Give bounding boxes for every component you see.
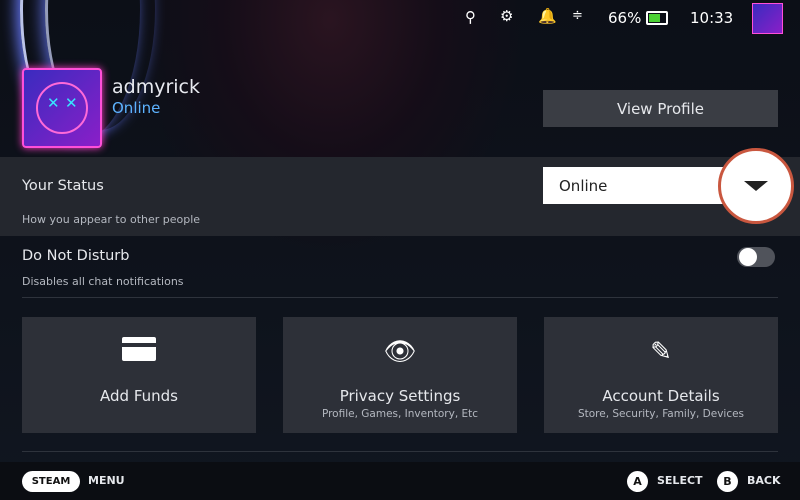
battery-icon bbox=[646, 11, 668, 25]
username: admyrick bbox=[112, 76, 200, 98]
account-details-card[interactable]: ✎ Account Details Store, Security, Famil… bbox=[544, 317, 778, 433]
your-status-title: Your Status bbox=[22, 178, 104, 194]
pencil-icon: ✎ bbox=[650, 337, 672, 367]
clock: 10:33 bbox=[690, 9, 734, 27]
dnd-toggle[interactable] bbox=[737, 247, 775, 267]
menu-label: MENU bbox=[88, 474, 125, 487]
divider bbox=[22, 297, 778, 298]
user-avatar-small[interactable] bbox=[752, 3, 783, 34]
your-status-subtitle: How you appear to other people bbox=[22, 213, 201, 226]
add-funds-card[interactable]: Add Funds bbox=[22, 317, 256, 433]
dnd-subtitle: Disables all chat notifications bbox=[22, 275, 184, 288]
user-status: Online bbox=[112, 99, 161, 117]
battery-percent: 66% bbox=[608, 9, 642, 27]
steam-button[interactable]: STEAM bbox=[22, 471, 80, 492]
dropdown-chevron-highlight[interactable] bbox=[718, 148, 794, 224]
select-label: SELECT bbox=[657, 474, 703, 487]
b-button-icon[interactable]: B bbox=[717, 471, 738, 492]
search-icon[interactable]: ⚲ bbox=[465, 8, 476, 26]
a-button-icon[interactable]: A bbox=[627, 471, 648, 492]
footer-bar: STEAM MENU A SELECT B BACK bbox=[0, 462, 800, 500]
card-label: Add Funds bbox=[100, 387, 178, 405]
privacy-settings-card[interactable]: 👁 Privacy Settings Profile, Games, Inven… bbox=[283, 317, 517, 433]
bell-icon[interactable]: 🔔 bbox=[538, 7, 557, 25]
credit-card-icon bbox=[22, 337, 256, 368]
view-profile-button[interactable]: View Profile bbox=[543, 90, 778, 127]
divider bbox=[22, 451, 778, 452]
avatar: ✕ ✕ bbox=[22, 68, 102, 148]
settings-icon[interactable]: ⚙ bbox=[500, 7, 513, 25]
card-label: Account Details bbox=[602, 387, 720, 405]
back-label: BACK bbox=[747, 474, 781, 487]
card-subtitle: Store, Security, Family, Devices bbox=[577, 408, 745, 420]
card-label: Privacy Settings bbox=[339, 387, 461, 405]
card-subtitle: Profile, Games, Inventory, Etc bbox=[321, 408, 479, 420]
signal-icon: ≑ bbox=[572, 8, 583, 23]
dnd-title: Do Not Disturb bbox=[22, 248, 130, 264]
chevron-down-icon bbox=[744, 181, 768, 191]
eye-slash-icon: 👁 bbox=[383, 337, 417, 367]
